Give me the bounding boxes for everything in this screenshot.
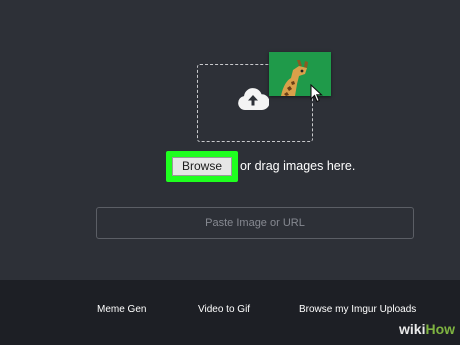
drag-hint-text: or drag images here. bbox=[240, 159, 356, 173]
upload-area: Browse or drag images here. bbox=[0, 0, 460, 280]
cursor-icon bbox=[310, 84, 323, 103]
watermark-how: How bbox=[425, 321, 456, 337]
footer-link-video-to-gif[interactable]: Video to Gif bbox=[198, 304, 250, 315]
footer-link-browse-uploads[interactable]: Browse my Imgur Uploads bbox=[299, 304, 416, 315]
wikihow-watermark: wikiHow bbox=[399, 321, 455, 337]
browse-button[interactable]: Browse bbox=[172, 157, 232, 176]
cloud-upload-icon[interactable] bbox=[237, 86, 269, 114]
watermark-wiki: wiki bbox=[399, 321, 426, 337]
footer: Meme Gen Video to Gif Browse my Imgur Up… bbox=[0, 280, 460, 345]
paste-url-input[interactable] bbox=[96, 207, 414, 239]
footer-link-meme-gen[interactable]: Meme Gen bbox=[97, 304, 146, 315]
